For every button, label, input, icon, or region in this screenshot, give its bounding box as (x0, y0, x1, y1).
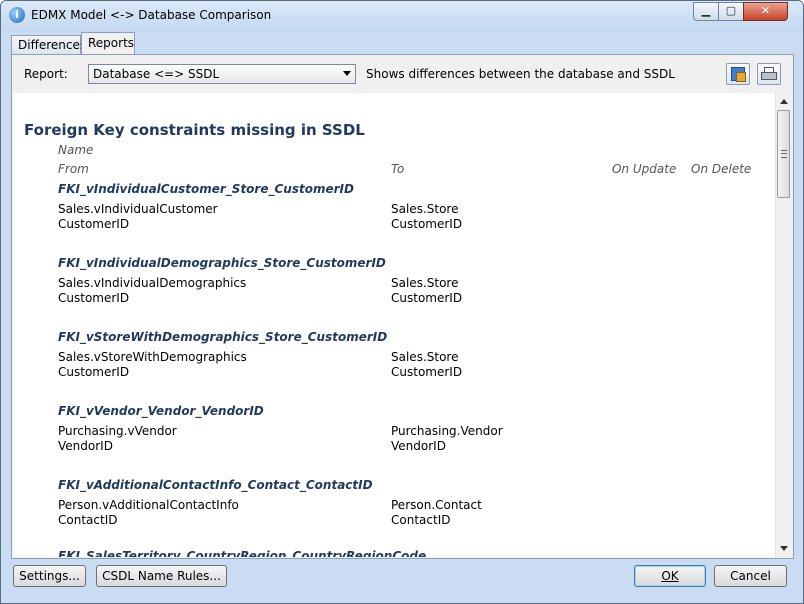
header-name: Name (58, 143, 94, 157)
fk-to-table: Purchasing.Vendor (391, 424, 503, 438)
fk-to-column: VendorID (391, 439, 446, 453)
fk-from-table: Purchasing.vVendor (58, 424, 177, 438)
export-button[interactable] (726, 63, 750, 85)
app-icon: i (9, 7, 25, 23)
window-title: EDMX Model <-> Database Comparison (31, 8, 272, 22)
header-on-delete: On Delete (691, 162, 752, 176)
report-select-value: Database <=> SSDL (93, 67, 220, 81)
report-description: Shows differences between the database a… (366, 67, 675, 81)
fk-from-column: CustomerID (58, 217, 130, 231)
fk-from-column: ContactID (58, 513, 118, 527)
fk-to-table: Person.Contact (391, 498, 482, 512)
ok-button[interactable]: OK (634, 565, 706, 587)
fk-from-table: Sales.vStoreWithDemographics (58, 350, 247, 364)
fk-to-column: CustomerID (391, 291, 463, 305)
fk-from-table: Person.vAdditionalContactInfo (58, 498, 239, 512)
ok-label: OK (661, 569, 679, 583)
fk-entry: FKI_SalesTerritory_CountryRegion_Country… (58, 549, 758, 557)
tab-differences[interactable]: Differences (11, 35, 86, 55)
fk-entry: FKI_vIndividualCustomer_Store_CustomerID… (58, 182, 758, 252)
scroll-down-arrow-icon[interactable] (780, 546, 788, 551)
header-on-update: On Update (612, 162, 677, 176)
close-button[interactable]: ✕ (743, 2, 788, 21)
fk-name: FKI_vVendor_Vendor_VendorID (58, 404, 264, 418)
fk-from-column: VendorID (58, 439, 113, 453)
scroll-thumb[interactable] (777, 110, 790, 198)
fk-name: FKI_vStoreWithDemographics_Store_Custome… (58, 330, 388, 344)
fk-from-column: CustomerID (58, 365, 130, 379)
reports-panel: Report: Database <=> SSDL Shows differen… (11, 54, 794, 559)
fk-to-table: Sales.Store (391, 276, 459, 290)
tab-reports[interactable]: Reports (81, 32, 135, 55)
report-content[interactable]: Foreign Key constraints missing in SSDL … (13, 93, 775, 557)
fk-name: FKI_vIndividualDemographics_Store_Custom… (58, 256, 386, 270)
fk-to-column: ContactID (391, 513, 451, 527)
fk-entry: FKI_vIndividualDemographics_Store_Custom… (58, 256, 758, 326)
report-select[interactable]: Database <=> SSDL (88, 64, 356, 84)
fk-name: FKI_SalesTerritory_CountryRegion_Country… (58, 549, 427, 557)
minimize-button[interactable]: ▁ (693, 2, 719, 21)
csdl-name-rules-button[interactable]: CSDL Name Rules... (96, 565, 227, 587)
chevron-down-icon[interactable] (343, 71, 351, 76)
settings-button[interactable]: Settings... (13, 565, 86, 587)
header-from: From (58, 162, 89, 176)
print-button[interactable] (757, 63, 781, 85)
fk-from-column: CustomerID (58, 291, 130, 305)
fk-from-table: Sales.vIndividualDemographics (58, 276, 247, 290)
maximize-button[interactable]: ▢ (718, 2, 744, 21)
vertical-scrollbar[interactable] (775, 93, 792, 557)
tab-strip: Differences Reports (9, 31, 799, 55)
fk-to-column: CustomerID (391, 365, 463, 379)
scroll-up-arrow-icon[interactable] (780, 99, 788, 104)
fk-entry: FKI_vStoreWithDemographics_Store_Custome… (58, 330, 758, 400)
fk-entry: FKI_vVendor_Vendor_VendorID Purchasing.v… (58, 404, 758, 474)
title-bar[interactable]: i EDMX Model <-> Database Comparison ▁ ▢… (1, 1, 803, 31)
fk-name: FKI_vIndividualCustomer_Store_CustomerID (58, 182, 354, 196)
fk-to-table: Sales.Store (391, 202, 459, 216)
fk-from-table: Sales.vIndividualCustomer (58, 202, 218, 216)
section-title: Foreign Key constraints missing in SSDL (24, 121, 365, 139)
fk-to-table: Sales.Store (391, 350, 459, 364)
cancel-button[interactable]: Cancel (714, 565, 787, 587)
report-label: Report: (24, 67, 68, 81)
fk-name: FKI_vAdditionalContactInfo_Contact_Conta… (58, 478, 373, 492)
comparison-window: i EDMX Model <-> Database Comparison ▁ ▢… (0, 0, 804, 604)
fk-entry: FKI_vAdditionalContactInfo_Contact_Conta… (58, 478, 758, 548)
header-to: To (391, 162, 405, 176)
fk-to-column: CustomerID (391, 217, 463, 231)
